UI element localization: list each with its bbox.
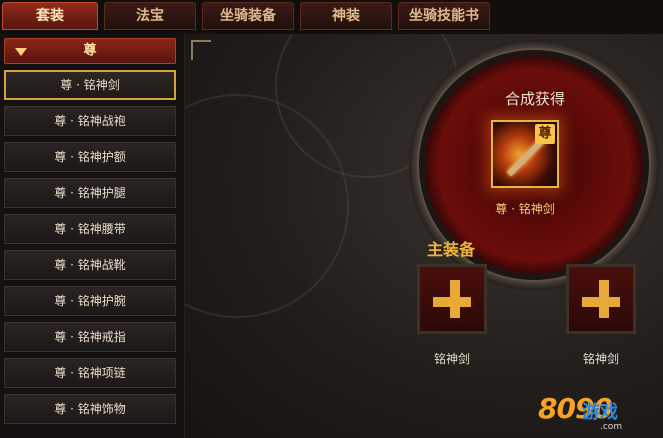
list-item[interactable]: 尊 · 铭神腰带 — [4, 214, 176, 244]
rank-badge: 尊 — [535, 124, 555, 144]
list-item[interactable]: 尊 · 铭神剑 — [4, 70, 176, 100]
tab-bar: 套装 法宝 坐骑装备 神装 坐骑技能书 — [0, 0, 663, 34]
list-item[interactable]: 尊 · 铭神护腿 — [4, 178, 176, 208]
site-watermark: 8090 游戏 .com — [538, 388, 658, 434]
list-item[interactable]: 尊 · 铭神战袍 — [4, 106, 176, 136]
list-item[interactable]: 尊 · 铭神战靴 — [4, 250, 176, 280]
main-equipment-label: 主装备 — [427, 240, 476, 259]
plus-icon-bar — [582, 297, 620, 307]
synthesis-title: 合成获得 — [504, 90, 565, 108]
material-slot-1-name: 铭神剑 — [433, 352, 470, 366]
material-slot-2[interactable] — [566, 264, 636, 334]
category-label: 尊 — [83, 43, 97, 58]
tab-suit[interactable]: 套装 — [2, 2, 98, 30]
watermark-url: .com — [600, 422, 623, 432]
corner-ornament — [191, 40, 211, 60]
list-item[interactable]: 尊 · 铭神护额 — [4, 142, 176, 172]
material-slot-1[interactable] — [417, 264, 487, 334]
plus-icon-bar — [433, 297, 471, 307]
result-item-name: 尊 · 铭神剑 — [495, 202, 555, 216]
sidebar: 尊 尊 · 铭神剑 尊 · 铭神战袍 尊 · 铭神护额 尊 · 铭神护腿 尊 ·… — [0, 34, 185, 438]
list-item[interactable]: 尊 · 铭神饰物 — [4, 394, 176, 424]
list-item[interactable]: 尊 · 铭神戒指 — [4, 322, 176, 352]
material-slot-2-name: 铭神剑 — [582, 352, 619, 366]
tab-magic-weapon[interactable]: 法宝 — [104, 2, 196, 30]
result-item-slot[interactable]: 尊 — [491, 120, 559, 188]
list-item[interactable]: 尊 · 铭神项链 — [4, 358, 176, 388]
tab-divine-equipment[interactable]: 神装 — [300, 2, 392, 30]
tab-mount-skill-book[interactable]: 坐骑技能书 — [398, 2, 490, 30]
synthesis-panel: 合成获得 尊 尊 · 铭神剑 主装备 铭神剑 铭神剑 — [185, 34, 663, 438]
category-header[interactable]: 尊 — [4, 38, 176, 64]
tab-mount-equipment[interactable]: 坐骑装备 — [202, 2, 294, 30]
list-item[interactable]: 尊 · 铭神护腕 — [4, 286, 176, 316]
watermark-site: 游戏 — [582, 402, 618, 423]
item-list: 尊 · 铭神剑 尊 · 铭神战袍 尊 · 铭神护额 尊 · 铭神护腿 尊 · 铭… — [4, 70, 176, 430]
